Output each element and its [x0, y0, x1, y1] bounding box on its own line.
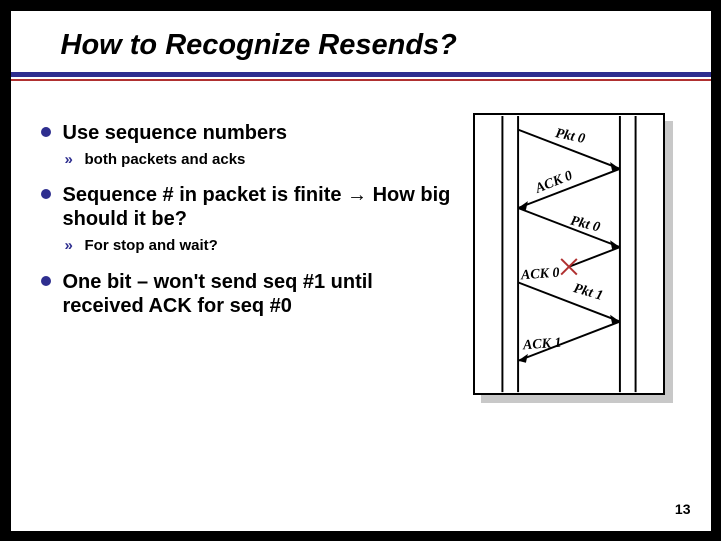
bullet-3-text: One bit – won't send seq #1 until receiv… [63, 271, 373, 317]
bullet-3: One bit – won't send seq #1 until receiv… [41, 270, 451, 318]
sequence-diagram: Pkt 0 ACK 0 Pkt 0 ACK 0 Pkt 1 ACK 1 [471, 111, 681, 411]
diagram-box: Pkt 0 ACK 0 Pkt 0 ACK 0 Pkt 1 ACK 1 [473, 113, 665, 395]
bullet-1-sub-1: both packets and acks [63, 151, 451, 170]
label-ack1: ACK 1 [522, 335, 562, 354]
bullet-list: Use sequence numbers both packets and ac… [41, 121, 451, 319]
bullet-1: Use sequence numbers both packets and ac… [41, 121, 451, 170]
bullet-2-sub-1: For stop and wait? [63, 237, 451, 256]
bullet-2-pre: Sequence # in packet is finite [63, 184, 348, 206]
content-area: Use sequence numbers both packets and ac… [41, 121, 681, 411]
bullet-2: Sequence # in packet is finite → How big… [41, 183, 451, 256]
page-number: 13 [675, 501, 691, 517]
divider-blue [11, 72, 711, 77]
divider-red [11, 79, 711, 81]
slide-title: How to Recognize Resends? [41, 29, 681, 62]
label-ack0-2: ACK 0 [520, 265, 560, 284]
bullet-1-sublist: both packets and acks [63, 151, 451, 170]
bullet-column: Use sequence numbers both packets and ac… [41, 121, 461, 411]
diagram-svg [475, 115, 663, 393]
bullet-1-text: Use sequence numbers [63, 122, 288, 144]
bullet-2-sublist: For stop and wait? [63, 237, 451, 256]
slide: How to Recognize Resends? Use sequence n… [11, 11, 711, 531]
right-arrow-icon: → [347, 184, 367, 206]
